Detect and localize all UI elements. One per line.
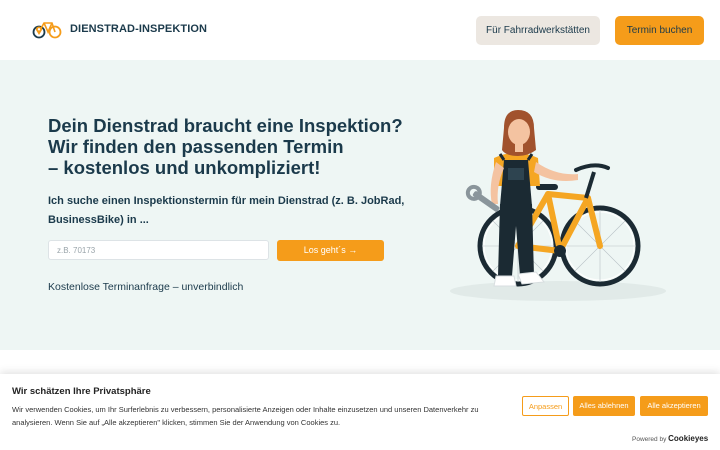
cookie-banner: Wir schätzen Ihre Privatsphäre Wir verwe… (0, 374, 720, 450)
book-appointment-button[interactable]: Termin buchen (615, 16, 704, 45)
bike-location-logo-icon[interactable] (32, 18, 62, 40)
cookie-reject-all-button[interactable]: Alles ablehnen (573, 396, 635, 416)
hero-title-line: – kostenlos und unkompliziert! (48, 157, 321, 178)
hero-note: Kostenlose Terminanfrage – unverbindlich (48, 281, 244, 293)
hero-subtitle-line: BusinessBike) in ... (48, 214, 149, 226)
workshops-button[interactable]: Für Fahrradwerkstätten (476, 16, 600, 45)
zip-code-input[interactable] (48, 240, 269, 260)
hero-title-line: Wir finden den passenden Termin (48, 136, 344, 157)
hero-subtitle-line: Ich suche einen Inspektionstermin für me… (48, 195, 405, 207)
mechanic-with-bicycle-illustration (450, 110, 666, 301)
hero-title-line: Dein Dienstrad braucht eine Inspektion? (48, 115, 403, 136)
hero-subtitle: Ich suche einen Inspektionstermin für me… (48, 192, 405, 230)
hero-title: Dein Dienstrad braucht eine Inspektion? … (48, 115, 403, 178)
search-submit-button[interactable]: Los geht´s → (277, 240, 384, 261)
powered-by-cookieyes[interactable]: Powered by Cookieyes (632, 434, 708, 443)
powered-by-label: Powered by (632, 436, 667, 443)
site-header: DIENSTRAD-INSPEKTION Für Fahrradwerkstät… (0, 0, 720, 60)
cookie-title: Wir schätzen Ihre Privatsphäre (12, 386, 151, 397)
cookieyes-brand: Cookieyes (668, 434, 709, 443)
brand-name[interactable]: DIENSTRAD-INSPEKTION (70, 23, 207, 35)
cookie-adjust-button[interactable]: Anpassen (522, 396, 569, 416)
cookie-text: Wir verwenden Cookies, um Ihr Surferlebn… (12, 405, 479, 427)
hero-section: Dein Dienstrad braucht eine Inspektion? … (0, 60, 720, 350)
cookie-accept-all-button[interactable]: Alle akzeptieren (640, 396, 708, 416)
